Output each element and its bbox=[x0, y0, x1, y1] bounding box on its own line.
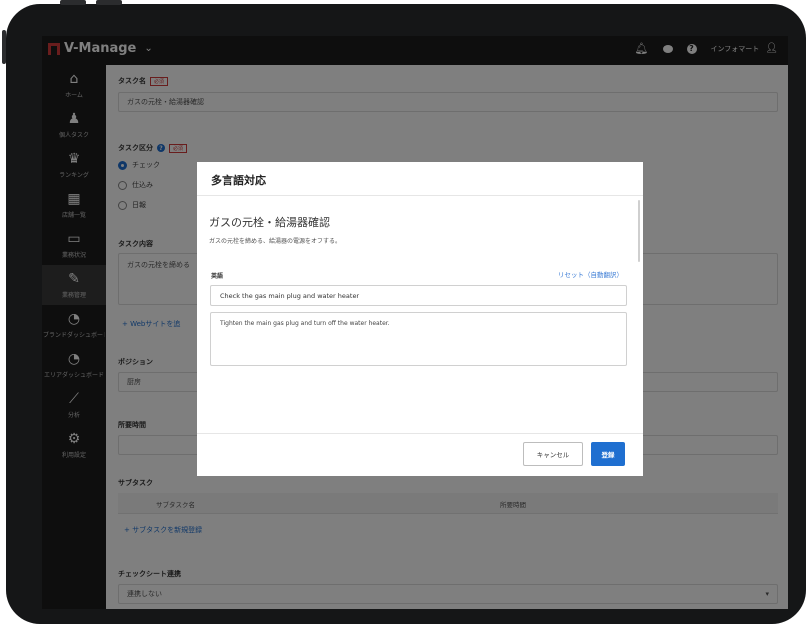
tablet-screen: V-Manage ⌄ 🔔︎ ? インフォマート 👤︎ ⌂ ホーム ♟ 個人 bbox=[42, 36, 788, 609]
translated-name-input[interactable]: Check the gas main plug and water heater bbox=[210, 285, 627, 306]
device-button bbox=[60, 0, 86, 5]
multilingual-modal: 多言語対応 ガスの元栓・給湯器確認 ガスの元栓を締める、給湯器の電源をオフする。… bbox=[197, 162, 643, 476]
modal-task-name: ガスの元栓・給湯器確認 bbox=[209, 216, 330, 229]
modal-scrollbar[interactable] bbox=[638, 200, 640, 262]
device-button bbox=[2, 30, 6, 64]
tablet-frame: V-Manage ⌄ 🔔︎ ? インフォマート 👤︎ ⌂ ホーム ♟ 個人 bbox=[6, 4, 806, 624]
modal-title: 多言語対応 bbox=[211, 174, 266, 187]
device-button bbox=[96, 0, 122, 5]
reset-translation-link[interactable]: リセット（自動翻訳） bbox=[558, 269, 623, 279]
modal-header: 多言語対応 bbox=[197, 162, 643, 196]
language-label: 英語 bbox=[211, 273, 224, 280]
translated-content-textarea[interactable]: Tighten the main gas plug and turn off t… bbox=[210, 312, 627, 366]
modal-task-description: ガスの元栓を締める、給湯器の電源をオフする。 bbox=[209, 238, 342, 245]
save-button[interactable]: 登録 bbox=[591, 442, 625, 466]
cancel-button[interactable]: キャンセル bbox=[523, 442, 583, 466]
